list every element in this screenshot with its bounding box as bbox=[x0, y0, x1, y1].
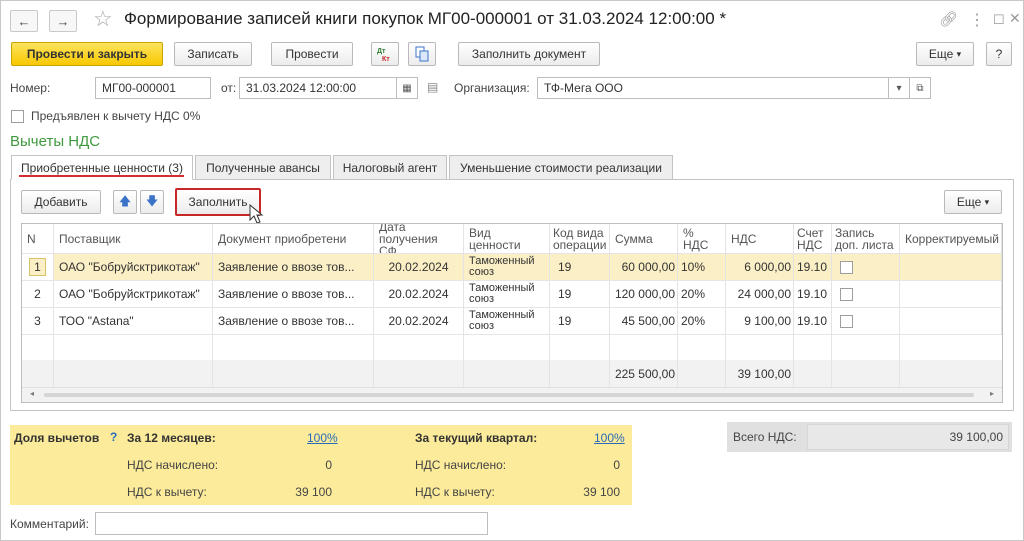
calendar-icon[interactable]: ▦ bbox=[396, 77, 418, 99]
m12-deduct-value: 39 100 bbox=[295, 485, 332, 499]
comment-field[interactable] bbox=[95, 512, 488, 535]
scrollbar-thumb[interactable] bbox=[44, 393, 974, 397]
extra-sheet-checkbox[interactable] bbox=[840, 260, 853, 274]
quarter-accrued-label: НДС начислено: bbox=[415, 458, 507, 472]
m12-accrued-label: НДС начислено: bbox=[127, 458, 219, 472]
col-supplier[interactable]: Поставщик bbox=[54, 224, 213, 253]
col-extra-sheet[interactable]: Запись доп. листа bbox=[832, 224, 900, 253]
maximize-icon[interactable]: ☐ bbox=[993, 12, 1005, 28]
vat0-label: Предъявлен к вычету НДС 0% bbox=[31, 109, 201, 123]
extra-sheet-checkbox[interactable] bbox=[840, 287, 853, 301]
scroll-left-icon[interactable]: ◂ bbox=[30, 389, 34, 398]
col-n[interactable]: N bbox=[22, 224, 54, 253]
shares-title: Доля вычетов bbox=[14, 431, 100, 445]
quarter-link[interactable]: 100% bbox=[594, 431, 625, 445]
link-icon[interactable]: 🔗︎ bbox=[939, 10, 958, 28]
m12-accrued-value: 0 bbox=[325, 458, 332, 472]
total-vat-column: 39 100,00 bbox=[726, 360, 794, 387]
favorite-star-icon[interactable]: ☆ bbox=[93, 7, 113, 31]
quarter-label: За текущий квартал: bbox=[415, 431, 538, 445]
chevron-down-icon: ▾ bbox=[984, 196, 990, 207]
post-and-close-button[interactable]: Провести и закрыть bbox=[11, 42, 163, 66]
date-label: от: bbox=[221, 81, 237, 95]
col-document[interactable]: Документ приобретени bbox=[213, 224, 374, 253]
organization-label: Организация: bbox=[454, 81, 530, 95]
section-title: Вычеты НДС bbox=[10, 133, 101, 150]
total-vat-panel: Всего НДС: 39 100,00 bbox=[727, 422, 1012, 452]
col-vat[interactable]: НДС bbox=[726, 224, 794, 253]
window: ← → ☆ Формирование записей книги покупок… bbox=[0, 0, 1024, 541]
document-structure-icon bbox=[415, 46, 429, 62]
col-vat-rate[interactable]: % НДС bbox=[678, 224, 726, 253]
tab-received-advances[interactable]: Полученные авансы bbox=[195, 155, 331, 180]
help-button[interactable]: ? bbox=[986, 42, 1012, 66]
table-row[interactable]: 2 ОАО "Бобруйсктрикотаж" Заявление о вво… bbox=[22, 281, 1002, 308]
col-corrected[interactable]: Корректируемый bbox=[900, 224, 1002, 253]
deduction-shares-panel: Доля вычетов ? За 12 месяцев: 100% За те… bbox=[10, 425, 632, 505]
m12-label: За 12 месяцев: bbox=[127, 431, 216, 445]
m12-link[interactable]: 100% bbox=[307, 431, 338, 445]
dt-kt-button[interactable]: Дт Кт bbox=[371, 42, 399, 66]
total-vat-label: Всего НДС: bbox=[733, 430, 797, 444]
page-title: Формирование записей книги покупок МГ00-… bbox=[124, 9, 727, 28]
svg-text:Дт: Дт bbox=[377, 48, 386, 55]
move-down-button[interactable]: 🡇 bbox=[140, 190, 164, 214]
table-more-button[interactable]: Еще ▾ bbox=[944, 190, 1002, 214]
quarter-accrued-value: 0 bbox=[613, 458, 620, 472]
quarter-deduct-label: НДС к вычету: bbox=[415, 485, 495, 499]
organization-dropdown-icon[interactable]: ▾ bbox=[888, 77, 910, 99]
forward-button[interactable]: → bbox=[49, 10, 77, 32]
svg-text:Кт: Кт bbox=[382, 56, 390, 62]
number-label: Номер: bbox=[10, 81, 51, 95]
table-header: N Поставщик Документ приобретени Дата по… bbox=[22, 224, 1002, 254]
total-vat-value: 39 100,00 bbox=[949, 430, 1003, 444]
title-bar: ← → ☆ Формирование записей книги покупок… bbox=[1, 1, 1023, 39]
save-button[interactable]: Записать bbox=[174, 42, 252, 66]
add-button[interactable]: Добавить bbox=[21, 190, 101, 214]
org-list-icon[interactable]: ▤ bbox=[427, 80, 438, 94]
tab-sales-cost-reduction[interactable]: Уменьшение стоимости реализации bbox=[449, 155, 673, 180]
move-up-button[interactable]: 🡅 bbox=[113, 190, 137, 214]
organization-field[interactable]: ТФ-Мега ООО bbox=[537, 77, 889, 99]
table-row[interactable]: 1 ОАО "Бобруйсктрикотаж" Заявление о вво… bbox=[22, 254, 1002, 281]
col-sum[interactable]: Сумма bbox=[610, 224, 678, 253]
arrow-up-icon: 🡅 bbox=[118, 193, 132, 208]
more-button[interactable]: Еще ▾ bbox=[916, 42, 974, 66]
col-op-code[interactable]: Код вида операции bbox=[550, 224, 610, 253]
back-button[interactable]: ← bbox=[10, 10, 38, 32]
arrow-right-icon: → bbox=[56, 13, 70, 29]
table-row[interactable]: 3 ТОО "Astana" Заявление о ввозе тов... … bbox=[22, 308, 1002, 335]
arrow-down-icon: 🡇 bbox=[145, 193, 159, 208]
help-icon[interactable]: ? bbox=[110, 430, 117, 444]
fill-document-button[interactable]: Заполнить документ bbox=[458, 42, 600, 66]
active-tab-underline bbox=[19, 175, 184, 177]
tab-tax-agent[interactable]: Налоговый агент bbox=[333, 155, 447, 180]
quarter-deduct-value: 39 100 bbox=[583, 485, 620, 499]
m12-deduct-label: НДС к вычету: bbox=[127, 485, 207, 499]
number-field[interactable]: МГ00-000001 bbox=[95, 77, 211, 99]
extra-sheet-checkbox[interactable] bbox=[840, 314, 853, 328]
dt-kt-icon: ДтКт bbox=[377, 48, 390, 62]
scroll-right-icon[interactable]: ▸ bbox=[990, 389, 994, 398]
total-sum: 225 500,00 bbox=[610, 360, 678, 387]
horizontal-scrollbar[interactable]: ◂ ▸ bbox=[22, 387, 1002, 402]
goods-table: N Поставщик Документ приобретени Дата по… bbox=[21, 223, 1003, 403]
close-icon[interactable]: ✕ bbox=[1009, 10, 1021, 27]
structure-button[interactable] bbox=[408, 42, 436, 66]
menu-dots-icon[interactable]: ⋮ bbox=[969, 10, 985, 30]
comment-label: Комментарий: bbox=[10, 517, 89, 531]
chevron-down-icon: ▾ bbox=[956, 48, 962, 59]
organization-open-icon[interactable]: ⧉ bbox=[909, 77, 931, 99]
col-date[interactable]: Дата получения СФ bbox=[374, 224, 464, 253]
post-button[interactable]: Провести bbox=[271, 42, 353, 66]
date-field[interactable]: 31.03.2024 12:00:00 bbox=[239, 77, 397, 99]
col-kind[interactable]: Вид ценности bbox=[464, 224, 550, 253]
col-vat-account[interactable]: Счет НДС bbox=[794, 224, 832, 253]
vat0-checkbox[interactable] bbox=[11, 110, 24, 123]
arrow-left-icon: ← bbox=[17, 13, 31, 29]
table-footer: 225 500,00 39 100,00 bbox=[22, 360, 1002, 387]
